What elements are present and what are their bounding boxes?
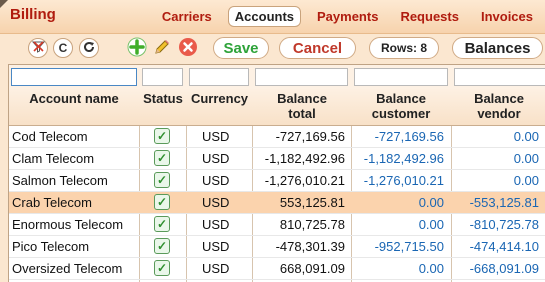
- pencil-icon: [153, 38, 171, 59]
- cell-balance-total: -727,169.56: [275, 129, 345, 144]
- save-button[interactable]: Save: [213, 37, 269, 59]
- filter-balance-total-input[interactable]: [255, 68, 348, 86]
- nav-accounts[interactable]: Accounts: [227, 6, 302, 27]
- cell-balance-customer: 0.00: [418, 261, 444, 276]
- filter-clear-icon: [31, 40, 45, 56]
- cell-balance-total: 810,725.78: [279, 217, 345, 232]
- cancel-button[interactable]: Cancel: [279, 37, 356, 59]
- clear-filter-button[interactable]: [28, 38, 48, 58]
- nav-carriers[interactable]: Carriers: [156, 7, 218, 26]
- header-balance-vendor[interactable]: Balance vendor: [464, 91, 534, 121]
- table-row[interactable]: Clam Telecom ✓ USD -1,182,492.96 -1,182,492.…: [9, 148, 545, 170]
- edit-button[interactable]: [152, 38, 172, 58]
- cell-status[interactable]: ✓: [154, 194, 170, 210]
- cell-currency: USD: [202, 173, 230, 188]
- checkbox-checked-icon[interactable]: ✓: [154, 194, 170, 210]
- header-account-name[interactable]: Account name: [29, 91, 119, 106]
- cell-balance-vendor: 0.00: [513, 129, 539, 144]
- accounts-table: Account name Status Currency Balance tot…: [8, 64, 545, 282]
- toolbar: C Save Cancel Rows: 8 Balances: [0, 34, 545, 64]
- rows-count-badge: Rows: 8: [369, 37, 439, 59]
- app-title: Billing: [10, 6, 56, 23]
- cell-currency: USD: [202, 261, 230, 276]
- cell-balance-total: -478,301.39: [275, 239, 345, 254]
- cell-account-name: Cod Telecom: [12, 129, 88, 144]
- cell-balance-customer: 0.00: [418, 217, 444, 232]
- table-row[interactable]: Salmon Telecom ✓ USD -1,276,010.21 -1,276,01…: [9, 170, 545, 192]
- cell-balance-vendor: -810,725.78: [469, 217, 539, 232]
- filter-status-input[interactable]: [142, 68, 183, 86]
- cell-status[interactable]: ✓: [154, 216, 170, 232]
- cell-status[interactable]: ✓: [154, 150, 170, 166]
- cell-currency: USD: [202, 239, 230, 254]
- c-button-label: C: [58, 41, 68, 55]
- cell-account-name: Crab Telecom: [12, 195, 92, 210]
- cell-balance-total: -1,182,492.96: [264, 151, 345, 166]
- refresh-button[interactable]: [79, 38, 99, 58]
- plus-icon: [127, 37, 147, 60]
- cell-status[interactable]: ✓: [154, 238, 170, 254]
- delete-button[interactable]: [178, 37, 198, 60]
- refresh-icon: [83, 41, 95, 56]
- table-row[interactable]: Enormous Telecom ✓ USD 810,725.78 0.00 -810,7…: [9, 214, 545, 236]
- cell-balance-customer: 0.00: [418, 195, 444, 210]
- top-nav: Carriers Accounts Payments Requests Invo…: [156, 6, 539, 27]
- delete-icon: [178, 37, 198, 60]
- window-corner-icon: [0, 0, 8, 8]
- cell-currency: USD: [202, 151, 230, 166]
- table-row[interactable]: Oversized Telecom ✓ USD 668,091.09 0.00 -668,…: [9, 258, 545, 280]
- cell-currency: USD: [202, 195, 230, 210]
- balances-button[interactable]: Balances: [452, 37, 543, 59]
- cell-balance-customer: -1,276,010.21: [363, 173, 444, 188]
- filter-account-name-input[interactable]: [11, 68, 137, 86]
- header-balance-customer[interactable]: Balance customer: [361, 91, 441, 121]
- cell-account-name: Clam Telecom: [12, 151, 95, 166]
- cell-currency: USD: [202, 217, 230, 232]
- cell-balance-customer: -1,182,492.96: [363, 151, 444, 166]
- checkbox-checked-icon[interactable]: ✓: [154, 150, 170, 166]
- cell-balance-vendor: 0.00: [513, 173, 539, 188]
- cell-status[interactable]: ✓: [154, 260, 170, 276]
- header-balance-total[interactable]: Balance total: [267, 91, 337, 121]
- cell-status[interactable]: ✓: [154, 172, 170, 188]
- filter-balance-vendor-input[interactable]: [454, 68, 545, 86]
- table-header: Account name Status Currency Balance tot…: [9, 89, 545, 126]
- cell-balance-vendor: -668,091.09: [469, 261, 539, 276]
- cell-balance-total: -1,276,010.21: [264, 173, 345, 188]
- filter-currency-input[interactable]: [189, 68, 249, 86]
- nav-payments[interactable]: Payments: [311, 7, 384, 26]
- cell-account-name: Pico Telecom: [12, 239, 90, 254]
- checkbox-checked-icon[interactable]: ✓: [154, 172, 170, 188]
- cell-balance-total: 668,091.09: [279, 261, 345, 276]
- checkbox-checked-icon[interactable]: ✓: [154, 216, 170, 232]
- table-row[interactable]: Pico Telecom ✓ USD -478,301.39 -952,715.50 -4…: [9, 236, 545, 258]
- cell-account-name: Salmon Telecom: [12, 173, 108, 188]
- nav-requests[interactable]: Requests: [394, 7, 465, 26]
- app-header: Billing Carriers Accounts Payments Reque…: [0, 0, 545, 34]
- cell-account-name: Oversized Telecom: [12, 261, 123, 276]
- cell-currency: USD: [202, 129, 230, 144]
- cell-balance-vendor: -553,125.81: [469, 195, 539, 210]
- cell-balance-customer: -952,715.50: [374, 239, 444, 254]
- table-row[interactable]: Crab Telecom ✓ USD 553,125.81 0.00 -553,125.8…: [9, 192, 545, 214]
- header-status[interactable]: Status: [140, 91, 186, 106]
- cell-balance-vendor: -474,414.10: [469, 239, 539, 254]
- checkbox-checked-icon[interactable]: ✓: [154, 260, 170, 276]
- cell-balance-total: 553,125.81: [279, 195, 345, 210]
- checkbox-checked-icon[interactable]: ✓: [154, 128, 170, 144]
- filter-row: [9, 65, 545, 89]
- filter-balance-customer-input[interactable]: [354, 68, 448, 86]
- cell-balance-vendor: 0.00: [513, 151, 539, 166]
- cell-status[interactable]: ✓: [154, 128, 170, 144]
- nav-invoices[interactable]: Invoices: [475, 7, 539, 26]
- cell-balance-customer: -727,169.56: [374, 129, 444, 144]
- checkbox-checked-icon[interactable]: ✓: [154, 238, 170, 254]
- c-button[interactable]: C: [53, 38, 73, 58]
- cell-account-name: Enormous Telecom: [12, 217, 124, 232]
- add-button[interactable]: [127, 37, 147, 60]
- table-row[interactable]: Cod Telecom ✓ USD -727,169.56 -727,169.56 0.0…: [9, 126, 545, 148]
- header-currency[interactable]: Currency: [187, 91, 252, 106]
